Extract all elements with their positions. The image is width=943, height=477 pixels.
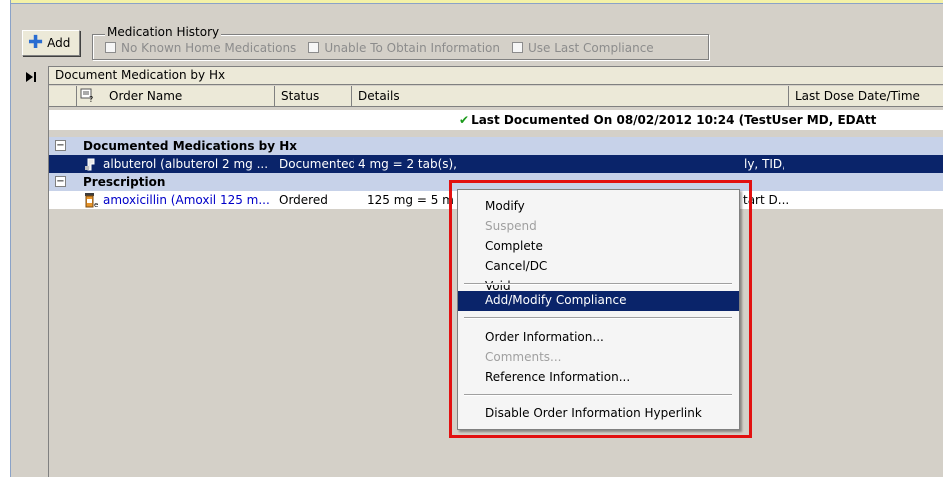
checkbox-box-icon xyxy=(308,42,320,53)
menu-separator xyxy=(464,394,732,396)
medication-history-title: Medication History xyxy=(105,25,222,39)
menu-item-reference-information[interactable]: Reference Information... xyxy=(458,368,739,388)
group-label: Prescription xyxy=(83,175,166,189)
no-known-home-medications-checkbox[interactable]: No Known Home Medications xyxy=(105,41,296,55)
header-status[interactable]: Status xyxy=(275,86,352,107)
checkbox-box-icon xyxy=(105,42,116,53)
order-details-tail: tart D... xyxy=(743,193,790,207)
order-info-icon[interactable]: ? xyxy=(79,87,95,103)
last-documented-banner: ✔ Last Documented On 08/02/2012 10:24 (Te… xyxy=(49,110,943,130)
group-documented-medications[interactable]: − Documented Medications by Hx xyxy=(49,137,943,155)
context-menu: Modify Suspend Complete Cancel/DC Void A… xyxy=(457,189,740,430)
collapse-icon[interactable]: − xyxy=(55,176,66,187)
column-headers: ? Order Name Status Details Last Dose Da… xyxy=(49,86,943,107)
menu-item-order-information[interactable]: Order Information... xyxy=(458,328,739,348)
svg-text:e: e xyxy=(94,201,98,208)
order-name[interactable]: amoxicillin (Amoxil 125 m... xyxy=(103,193,273,207)
menu-item-add-modify-compliance[interactable]: Add/Modify Compliance xyxy=(458,291,739,311)
header-spacer xyxy=(49,86,77,107)
menu-item-disable-order-info-hyperlink[interactable]: Disable Order Information Hyperlink xyxy=(458,404,739,424)
header-order-name[interactable]: Order Name xyxy=(103,86,275,107)
grid-caption: Document Medication by Hx xyxy=(49,67,943,85)
order-name[interactable]: albuterol (albuterol 2 mg ... xyxy=(103,157,273,171)
svg-text:?: ? xyxy=(89,95,93,103)
checkbox-box-icon xyxy=(512,42,523,53)
order-details: 125 mg = 5 m xyxy=(367,193,454,207)
medication-history-group: Medication History No Known Home Medicat… xyxy=(92,25,709,60)
window-left-frame xyxy=(0,0,11,477)
menu-item-comments: Comments... xyxy=(485,350,562,364)
prescription-bottle-icon: e xyxy=(85,193,98,208)
group-label: Documented Medications by Hx xyxy=(83,139,298,153)
menu-separator xyxy=(464,283,732,285)
header-details[interactable]: Details xyxy=(352,86,789,107)
order-status: Ordered xyxy=(279,193,328,207)
last-documented-text: Last Documented On 08/02/2012 10:24 (Tes… xyxy=(471,113,877,127)
add-button[interactable]: ✚ Add xyxy=(22,30,80,56)
skip-forward-icon[interactable] xyxy=(24,70,38,84)
menu-item-complete[interactable]: Complete xyxy=(458,237,739,257)
order-details: 4 mg = 2 tab(s), Ora xyxy=(358,157,458,171)
plus-icon: ✚ xyxy=(28,32,44,53)
menu-separator xyxy=(464,317,732,319)
checkmark-icon: ✔ xyxy=(459,113,470,127)
order-status: Documented xyxy=(279,157,354,171)
collapse-icon[interactable]: − xyxy=(55,140,66,151)
menu-item-suspend: Suspend xyxy=(485,219,537,233)
table-row[interactable]: albuterol (albuterol 2 mg ... Documented… xyxy=(49,155,943,173)
menu-item-cancel-dc[interactable]: Cancel/DC xyxy=(458,257,739,277)
header-last-dose[interactable]: Last Dose Date/Time xyxy=(789,86,943,107)
inhaler-icon xyxy=(85,158,95,171)
order-details-tail: ly, TID, 0 Refill(s), Start Date/Time: 0… xyxy=(744,157,784,171)
top-stripe xyxy=(11,0,943,4)
add-button-label: Add xyxy=(47,36,71,50)
unable-to-obtain-information-checkbox[interactable]: Unable To Obtain Information xyxy=(308,41,500,55)
use-last-compliance-checkbox[interactable]: Use Last Compliance xyxy=(512,41,654,55)
menu-item-modify[interactable]: Modify xyxy=(458,197,739,217)
